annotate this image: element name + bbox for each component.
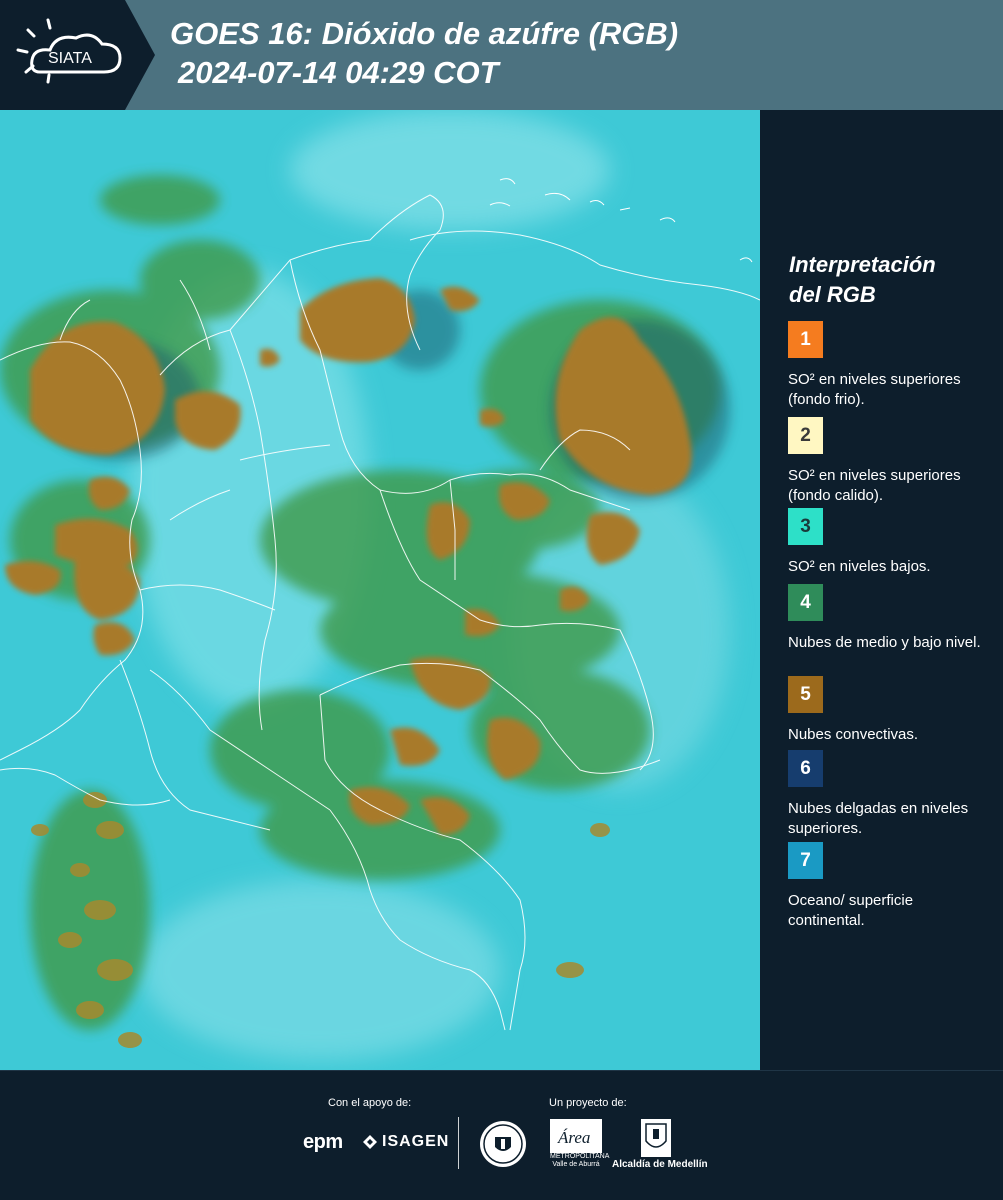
legend-label-3: SO² en niveles bajos.: [788, 558, 931, 575]
legend-label-6: Nubes delgadas en niveles superiores.: [788, 800, 969, 837]
legend-label-4: Nubes de medio y bajo nivel.: [788, 634, 981, 651]
page-timestamp: 2024-07-14 04:29 COT: [178, 55, 499, 90]
siata-logo: SIATA: [0, 0, 155, 110]
footer-divider: [458, 1117, 459, 1169]
area-subtitle: METROPOLITANA Valle de Aburrá: [550, 1153, 610, 1168]
project-label: Un proyecto de:: [549, 1097, 627, 1109]
epm-logo: epm: [303, 1131, 343, 1153]
legend-swatch-2: 2: [788, 417, 823, 454]
legend-item-6: 6 Nubes delgadas en niveles superiores.: [788, 750, 993, 839]
legend-label-1: SO² en niveles superiores (fondo frio).: [788, 371, 961, 408]
legend-title-line1: Interpretación: [789, 252, 936, 277]
alcaldia-shield-icon: [641, 1119, 671, 1157]
header-bar: SIATA GOES 16: Dióxido de azúfre (RGB) 2…: [0, 0, 1003, 110]
legend-swatch-7: 7: [788, 842, 823, 879]
page-title: GOES 16: Dióxido de azúfre (RGB): [170, 16, 679, 51]
legend-item-5: 5 Nubes convectivas.: [788, 676, 993, 745]
legend-title: Interpretación del RGB: [789, 250, 989, 310]
isagen-mark-icon: [363, 1135, 377, 1149]
medellin-seal-icon: [480, 1121, 526, 1167]
siata-logo-text: SIATA: [48, 50, 92, 67]
legend-item-4: 4 Nubes de medio y bajo nivel.: [788, 584, 993, 653]
legend-swatch-5: 5: [788, 676, 823, 713]
legend-swatch-3: 3: [788, 508, 823, 545]
legend-swatch-4: 4: [788, 584, 823, 621]
legend-item-1: 1 SO² en niveles superiores (fondo frio)…: [788, 321, 993, 410]
legend-swatch-1: 1: [788, 321, 823, 358]
footer-bar: Con el apoyo de: Un proyecto de: epm ISA…: [0, 1070, 1003, 1200]
legend-label-5: Nubes convectivas.: [788, 726, 919, 743]
area-metropolitana-logo: Área: [550, 1119, 602, 1153]
legend-panel: Interpretación del RGB 1 SO² en niveles …: [760, 110, 1003, 1070]
legend-swatch-6: 6: [788, 750, 823, 787]
support-label: Con el apoyo de:: [328, 1097, 412, 1109]
isagen-logo: ISAGEN: [362, 1133, 449, 1151]
area-logo-text: Área: [557, 1128, 590, 1147]
legend-label-7: Oceano/ superficie continental.: [788, 892, 914, 929]
legend-item-3: 3 SO² en niveles bajos.: [788, 508, 993, 577]
legend-item-2: 2 SO² en niveles superiores (fondo calid…: [788, 417, 993, 508]
legend-title-line2: del RGB: [789, 282, 876, 307]
alcaldia-logo-text: Alcaldía de Medellín: [612, 1159, 708, 1170]
isagen-logo-text: ISAGEN: [382, 1133, 450, 1150]
satellite-map: [0, 110, 760, 1070]
legend-label-2: SO² en niveles superiores (fondo calido)…: [788, 467, 961, 504]
legend-item-7: 7 Oceano/ superficie continental.: [788, 842, 993, 931]
